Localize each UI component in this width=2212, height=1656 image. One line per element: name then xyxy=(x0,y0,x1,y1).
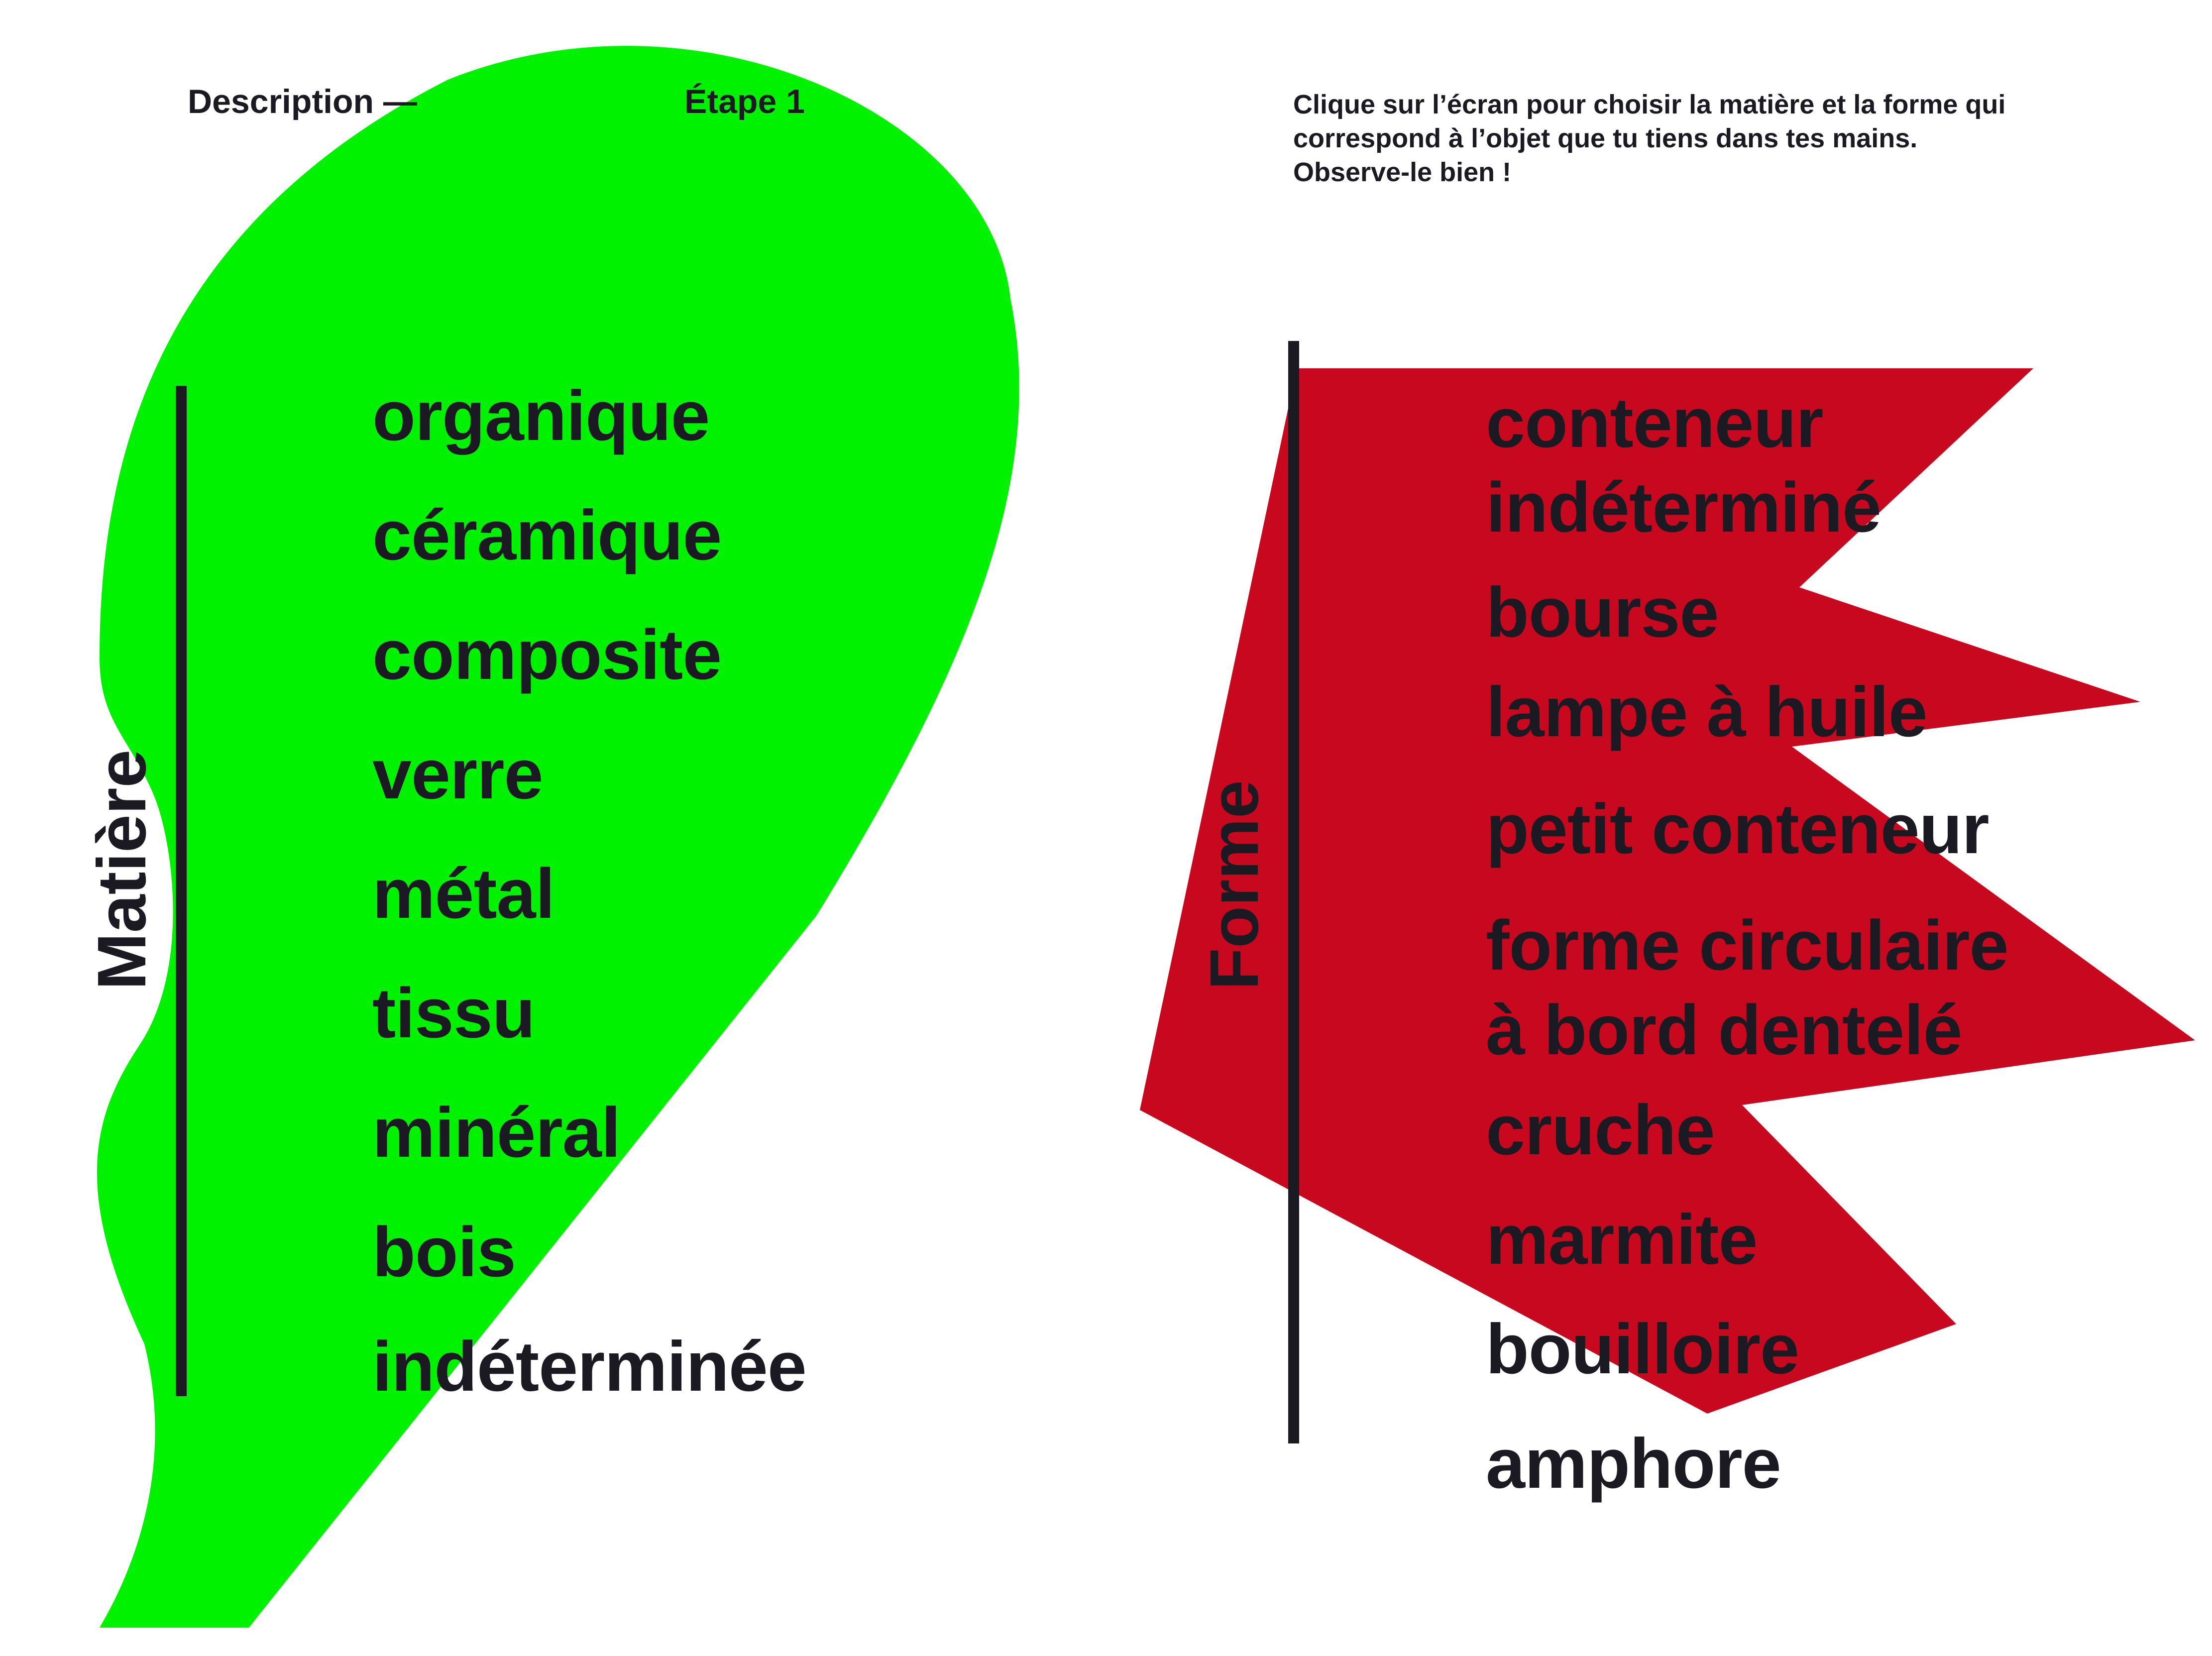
instructions-line-2: correspond à l’objet que tu tiens dans t… xyxy=(1293,123,1918,153)
matiere-axis-line xyxy=(176,386,187,1396)
forme-option-line: amphore xyxy=(1486,1424,1781,1503)
instructions-line-3: Observe-le bien ! xyxy=(1293,157,1512,187)
forme-option-line: conteneur xyxy=(1486,383,1823,462)
matiere-option[interactable]: métal xyxy=(372,859,555,929)
matiere-option[interactable]: organique xyxy=(372,381,710,451)
matiere-option[interactable]: verre xyxy=(372,739,543,810)
forme-option-line: bouilloire xyxy=(1486,1310,1799,1389)
forme-option[interactable]: bouilloire xyxy=(1486,1314,1799,1385)
step-label: Étape 1 xyxy=(684,83,805,120)
forme-option-line: marmite xyxy=(1486,1200,1758,1279)
forme-option[interactable]: forme circulaire à bord dentelé xyxy=(1486,903,2008,1073)
forme-option[interactable]: lampe à huile xyxy=(1486,672,1928,752)
instructions-text: Clique sur l’écran pour choisir la matiè… xyxy=(1293,88,2139,189)
forme-option[interactable]: petit conteneur xyxy=(1486,789,1990,869)
matiere-option[interactable]: bois xyxy=(372,1217,516,1288)
matiere-option[interactable]: minéral xyxy=(372,1098,621,1168)
forme-axis-line xyxy=(1288,341,1299,1443)
matiere-option[interactable]: tissu xyxy=(372,978,535,1049)
matiere-option[interactable]: composite xyxy=(372,620,722,690)
forme-option-line: petit conteneur xyxy=(1486,789,1990,869)
forme-option[interactable]: conteneur indéterminé xyxy=(1486,381,1881,550)
instructions-line-1: Clique sur l’écran pour choisir la matiè… xyxy=(1293,90,2006,119)
forme-option-line: cruche xyxy=(1486,1091,1715,1170)
forme-option-line: bourse xyxy=(1486,573,1719,652)
matiere-option[interactable]: indéterminée xyxy=(372,1331,807,1402)
forme-option-line: à bord dentelé xyxy=(1486,991,1962,1070)
forme-option[interactable]: bourse xyxy=(1486,573,1719,652)
forme-option-line: lampe à huile xyxy=(1486,672,1928,752)
forme-option[interactable]: amphore xyxy=(1486,1429,1781,1499)
forme-option[interactable]: cruche xyxy=(1486,1095,1715,1166)
matiere-axis-title: Matière xyxy=(84,749,160,990)
forme-option-line: indéterminé xyxy=(1486,468,1881,547)
forme-option[interactable]: marmite xyxy=(1486,1200,1758,1279)
matiere-option[interactable]: céramique xyxy=(372,500,722,571)
forme-option-line: forme circulaire xyxy=(1486,906,2008,985)
description-label: Description — xyxy=(188,83,417,120)
forme-axis-title: Forme xyxy=(1196,780,1273,990)
